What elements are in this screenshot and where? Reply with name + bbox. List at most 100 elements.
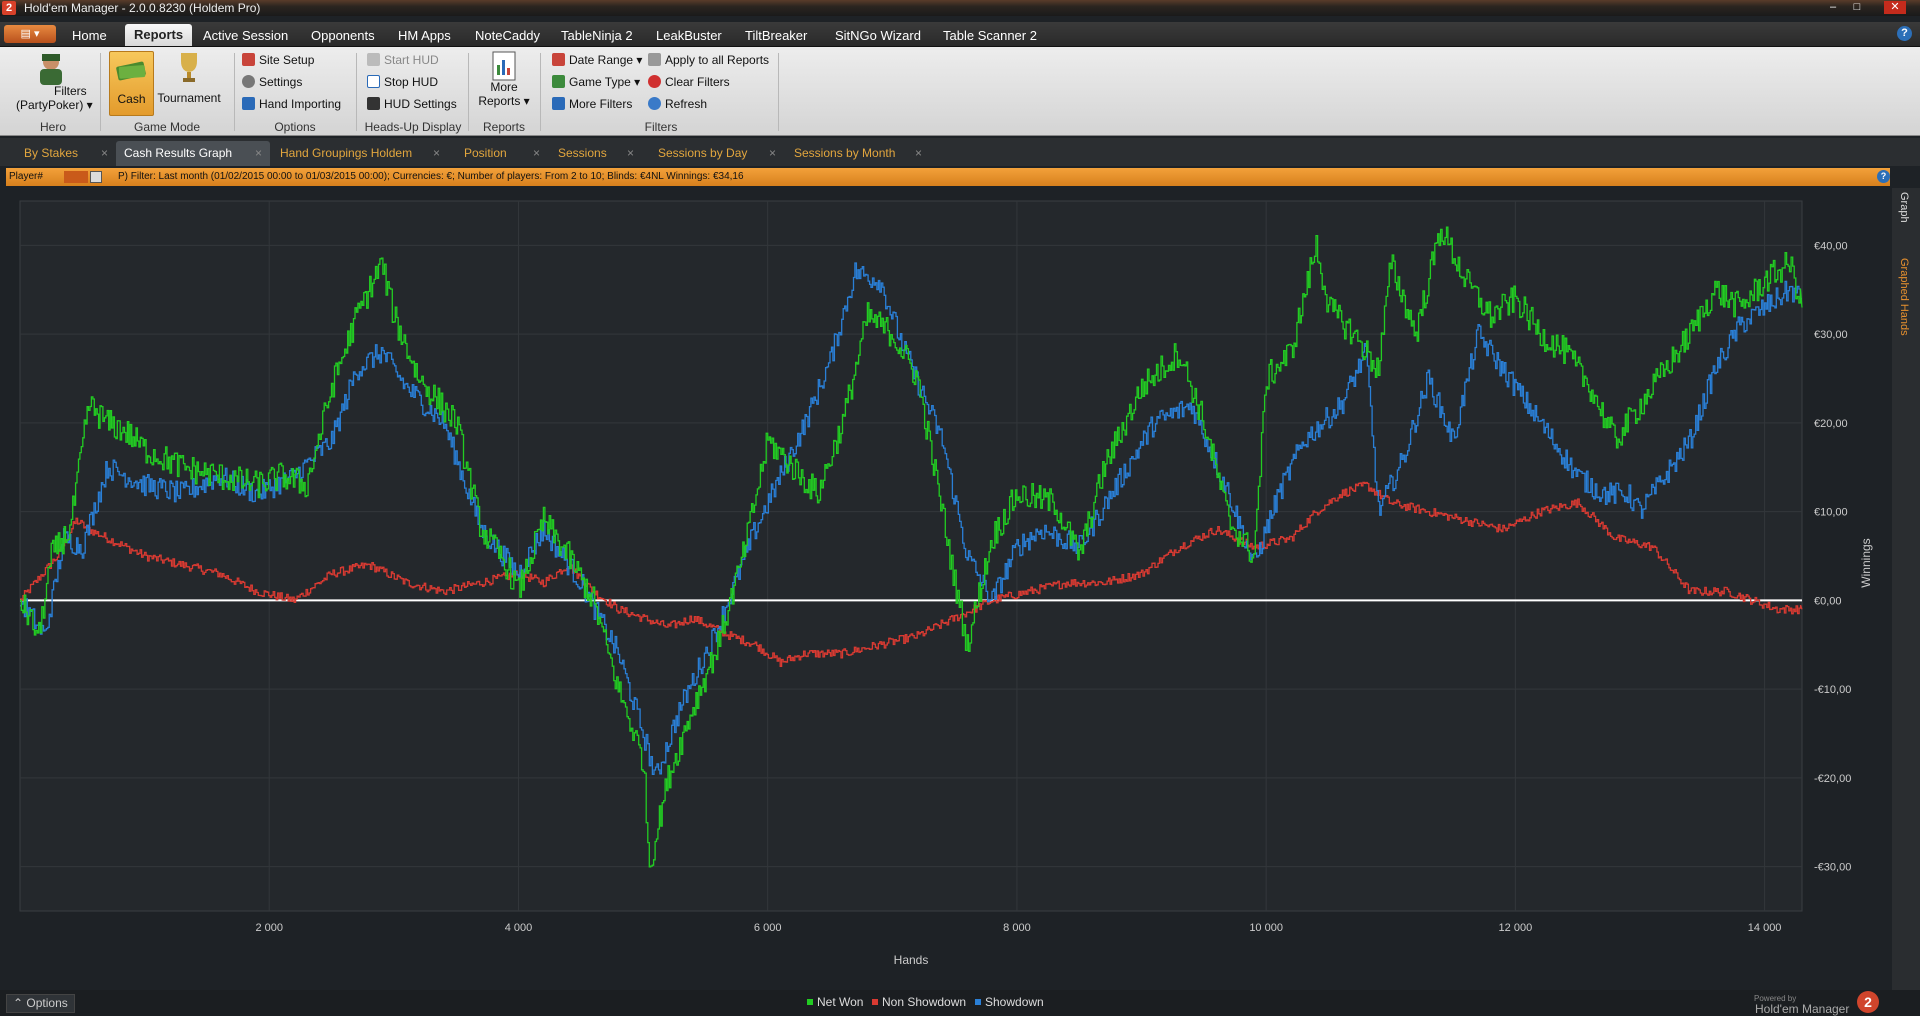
plot-area — [19, 200, 1803, 912]
game-type-icon — [552, 75, 565, 88]
minimize-button[interactable]: – — [1822, 1, 1844, 14]
menu-opponents[interactable]: Opponents — [311, 26, 375, 46]
tab-close-icon[interactable]: × — [101, 141, 108, 166]
player-checkbox[interactable] — [90, 171, 102, 183]
tab-sessions[interactable]: Sessions × — [550, 141, 642, 166]
trophy-icon — [181, 53, 197, 82]
player-selector[interactable] — [64, 171, 88, 183]
y-tick-label: €0,00 — [1814, 595, 1842, 607]
report-tabs: By Stakes × Cash Results Graph × Hand Grou… — [0, 138, 1920, 166]
tab-sessions-by-month[interactable]: Sessions by Month × — [786, 141, 930, 166]
side-tab-graph[interactable]: Graph — [1898, 192, 1910, 223]
y-tick-label: €30,00 — [1814, 329, 1848, 341]
filter-icon — [552, 97, 565, 110]
tab-close-icon[interactable]: × — [433, 141, 440, 166]
stop-icon — [367, 75, 380, 88]
tournament-label: Tournament — [157, 91, 221, 105]
x-tick-label: 4 000 — [505, 922, 533, 934]
options-button[interactable]: ⌃ Options — [6, 994, 75, 1013]
stop-hud-button[interactable]: Stop HUD — [367, 75, 438, 89]
group-hud: Heads-Up Display — [364, 120, 462, 134]
game-type-button[interactable]: Game Type ▾ — [552, 75, 640, 89]
help-icon[interactable]: ? — [1897, 26, 1912, 41]
x-tick-label: 14 000 — [1748, 922, 1782, 934]
x-tick-label: 2 000 — [255, 922, 283, 934]
more-reports-button[interactable]: More Reports ▾ — [474, 51, 534, 108]
tab-cash-results-graph[interactable]: Cash Results Graph × — [116, 141, 270, 166]
apply-all-reports-button[interactable]: Apply to all Reports — [648, 53, 769, 67]
app-logo-icon: 2 — [2, 1, 16, 15]
tab-sessions-by-day[interactable]: Sessions by Day × — [650, 141, 784, 166]
group-filters: Filters — [644, 120, 678, 134]
tab-hand-groupings[interactable]: Hand Groupings Holdem × — [272, 141, 448, 166]
menu-bar: ▤ ▾ Home Reports Active Session Opponent… — [0, 22, 1920, 47]
filter-help-icon[interactable]: ? — [1877, 170, 1890, 183]
menu-tableninja[interactable]: TableNinja 2 — [561, 26, 633, 46]
x-tick-label: 12 000 — [1499, 922, 1533, 934]
group-options: Options — [274, 120, 316, 134]
hero-filters-button[interactable]: Filters (PartyPoker) ▾ — [16, 51, 106, 112]
legend-swatch — [872, 999, 878, 1005]
y-tick-label: €40,00 — [1814, 240, 1848, 252]
brand-logo-icon: 2 — [1857, 991, 1879, 1013]
hud-settings-button[interactable]: HUD Settings — [367, 97, 457, 111]
more-reports-line1: More — [490, 80, 518, 94]
menu-notecaddy[interactable]: NoteCaddy — [475, 26, 540, 46]
settings-button[interactable]: Settings — [242, 75, 302, 89]
date-range-button[interactable]: Date Range ▾ — [552, 53, 642, 67]
menu-tiltbreaker[interactable]: TiltBreaker — [745, 26, 807, 46]
more-reports-line2: Reports ▾ — [478, 94, 530, 108]
ribbon: Filters (PartyPoker) ▾ Hero Cash Tournam… — [0, 47, 1920, 136]
tournament-button[interactable]: Tournament — [154, 51, 224, 114]
legend-net-won: Net Won — [807, 995, 863, 1009]
filter-summary: P) Filter: Last month (01/02/2015 00:00 … — [118, 171, 744, 182]
y-tick-label: -€10,00 — [1814, 684, 1851, 696]
legend-non-showdown: Non Showdown — [872, 995, 966, 1009]
site-setup-button[interactable]: Site Setup — [242, 53, 314, 67]
y-tick-label: -€30,00 — [1814, 862, 1851, 874]
menu-reports[interactable]: Reports — [125, 24, 193, 46]
menu-table-scanner[interactable]: Table Scanner 2 — [943, 26, 1037, 46]
menu-leakbuster[interactable]: LeakBuster — [656, 26, 722, 46]
apply-all-icon — [648, 53, 661, 66]
more-filters-button[interactable]: More Filters — [552, 97, 632, 111]
calendar-icon — [552, 53, 565, 66]
app-menu-button[interactable]: ▤ ▾ — [4, 25, 56, 43]
import-arrow-icon — [242, 97, 255, 110]
hero-avatar-icon — [40, 54, 62, 85]
tab-close-icon[interactable]: × — [533, 141, 540, 166]
y-tick-label: €10,00 — [1814, 507, 1848, 519]
menu-home[interactable]: Home — [72, 26, 107, 46]
hand-importing-button[interactable]: Hand Importing — [242, 97, 341, 111]
tab-position[interactable]: Position × — [456, 141, 548, 166]
cash-button[interactable]: Cash — [109, 51, 154, 116]
tab-by-stakes[interactable]: By Stakes × — [16, 141, 116, 166]
y-axis-label: Winnings — [1859, 538, 1873, 587]
legend-swatch — [975, 999, 981, 1005]
x-tick-label: 8 000 — [1003, 922, 1031, 934]
refresh-button[interactable]: Refresh — [648, 97, 707, 111]
tab-close-icon[interactable]: × — [255, 141, 262, 166]
x-axis-label: Hands — [894, 953, 929, 967]
clear-filters-button[interactable]: Clear Filters — [648, 75, 730, 89]
side-tab-graphed-hands[interactable]: Graphed Hands — [1898, 258, 1910, 336]
clear-icon — [648, 75, 661, 88]
tab-close-icon[interactable]: × — [915, 141, 922, 166]
filter-bar: Player# P) Filter: Last month (01/02/201… — [6, 168, 1890, 186]
refresh-icon — [648, 97, 661, 110]
legend-showdown: Showdown — [975, 995, 1044, 1009]
tab-close-icon[interactable]: × — [769, 141, 776, 166]
group-hero: Hero — [39, 120, 66, 134]
brand-label: Hold'em Manager — [1755, 1002, 1850, 1016]
status-bar: ⌃ Options Net Won Non Showdown Showdown … — [0, 990, 1920, 1016]
x-tick-label: 10 000 — [1249, 922, 1283, 934]
close-button[interactable]: ✕ — [1884, 1, 1906, 14]
menu-sitngo-wizard[interactable]: SitNGo Wizard — [835, 26, 921, 46]
menu-active-session[interactable]: Active Session — [203, 26, 288, 46]
menu-hm-apps[interactable]: HM Apps — [398, 26, 451, 46]
maximize-button[interactable]: □ — [1846, 1, 1868, 14]
tab-close-icon[interactable]: × — [627, 141, 634, 166]
player-label: Player# — [9, 171, 43, 182]
cash-results-graph: 2 000 4 000 6 000 8 000 10 000 12 000 14 000 -… — [0, 188, 1890, 988]
start-hud-button[interactable]: Start HUD — [367, 53, 439, 67]
